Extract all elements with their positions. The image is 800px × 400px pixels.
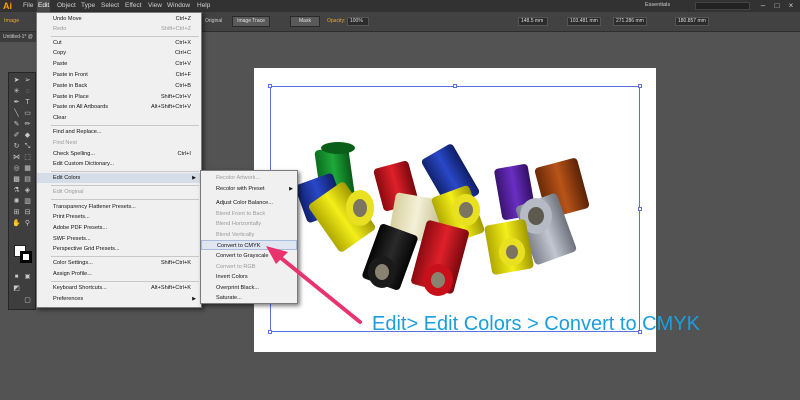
annotation-caption: Edit> Edit Colors > Convert to CMYK [372,313,700,335]
annotation-arrow [266,246,362,324]
